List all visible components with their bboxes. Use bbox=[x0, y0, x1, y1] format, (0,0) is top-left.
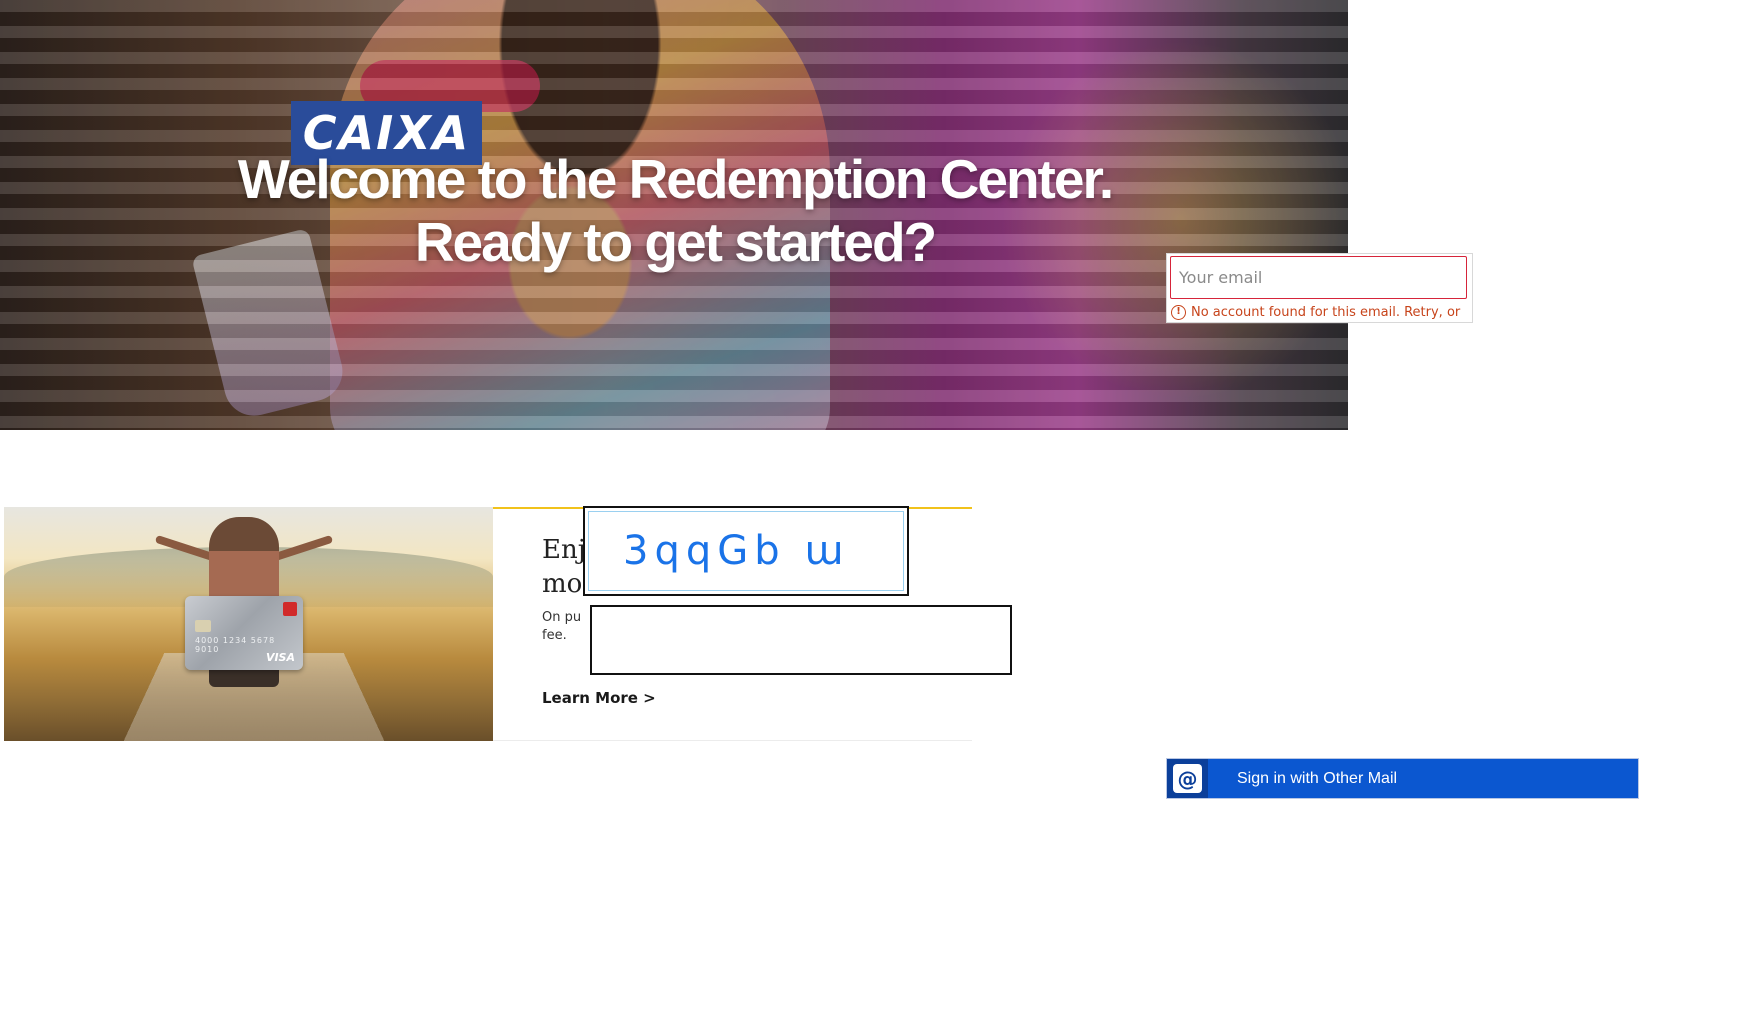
signin-icon-container: @ bbox=[1167, 759, 1208, 798]
card-chip-icon bbox=[195, 620, 211, 632]
email-error-text: No account found for this email. Retry, … bbox=[1191, 304, 1461, 320]
hero-banner: CAIXA Welcome to the Redemption Center. … bbox=[0, 0, 1348, 430]
captcha-image: 3qqGb ɯ bbox=[583, 506, 909, 596]
sign-in-label: Sign in with Other Mail bbox=[1237, 769, 1398, 787]
credit-card-image: 4000 1234 5678 9010 VISA bbox=[185, 596, 303, 670]
email-form: ! No account found for this email. Retry… bbox=[1166, 253, 1473, 323]
hero-title-line-1: Welcome to the Redemption Center. bbox=[237, 148, 1114, 210]
learn-more-link[interactable]: Learn More > bbox=[542, 689, 656, 707]
page: CAIXA Welcome to the Redemption Center. … bbox=[0, 0, 1750, 1011]
email-error: ! No account found for this email. Retry… bbox=[1171, 304, 1460, 320]
captcha-text: 3qqGb ɯ bbox=[623, 528, 850, 574]
at-sign-icon: @ bbox=[1173, 764, 1202, 793]
card-brand: VISA bbox=[265, 651, 295, 664]
email-input[interactable] bbox=[1170, 256, 1467, 299]
alert-circle-icon: ! bbox=[1171, 304, 1186, 320]
captcha-input[interactable] bbox=[590, 605, 1012, 675]
promo-image: 4000 1234 5678 9010 VISA bbox=[4, 507, 493, 741]
hero-title-line-2: Ready to get started? bbox=[414, 211, 937, 273]
captcha-frame: 3qqGb ɯ bbox=[588, 511, 904, 591]
hero-title: Welcome to the Redemption Center. Ready … bbox=[150, 148, 1200, 274]
sign-in-other-mail-button[interactable]: @ Sign in with Other Mail bbox=[1166, 758, 1639, 799]
card-bank-badge bbox=[283, 602, 297, 616]
